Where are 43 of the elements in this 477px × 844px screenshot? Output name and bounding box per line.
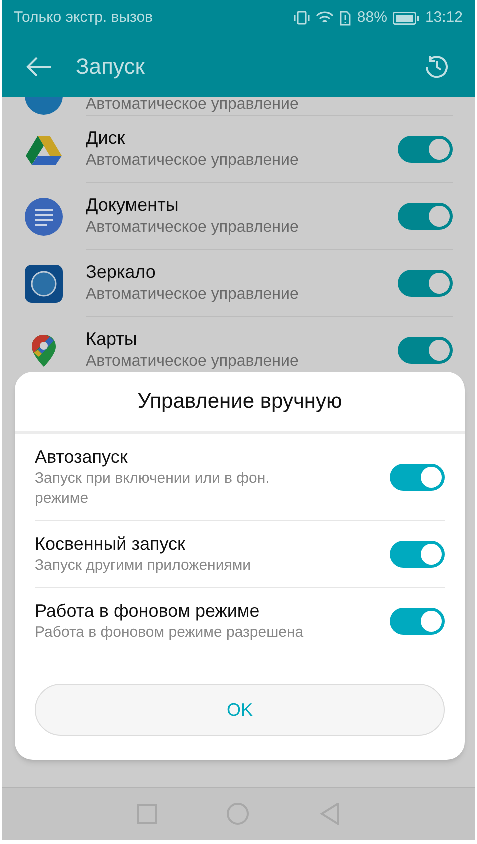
- app-subtitle: Автоматическое управление: [86, 285, 300, 305]
- battery-percent: 88%: [357, 8, 388, 28]
- dialog-title: Управление вручную: [138, 388, 342, 415]
- app-row[interactable]: Зеркало Автоматическое управление: [2, 250, 475, 317]
- app-row[interactable]: Диск Автоматическое управление: [2, 116, 475, 183]
- toggle-switch[interactable]: [398, 270, 453, 296]
- app-subtitle: Автоматическое управление: [86, 218, 300, 238]
- toggle-switch[interactable]: [390, 540, 445, 568]
- mirror-icon: [25, 264, 63, 302]
- vibrate-icon: [294, 11, 310, 25]
- carrier-text: Только экстр. вызов: [14, 8, 154, 28]
- option-label: Косвенный запуск: [35, 533, 186, 556]
- battery-icon: [393, 12, 420, 24]
- screen-title: Запуск: [76, 53, 145, 81]
- clock-text: 13:12: [425, 8, 463, 28]
- app-name: Диск: [86, 127, 126, 150]
- document-icon: [24, 196, 64, 236]
- app-subtitle: Автоматическое управление: [86, 151, 300, 171]
- back-icon: [26, 56, 52, 78]
- toggle-switch[interactable]: [398, 136, 453, 162]
- sim-alert-icon: [340, 10, 352, 26]
- app-name: Документы: [86, 194, 180, 217]
- option-label: Работа в фоновом режиме: [35, 600, 261, 623]
- toggle-switch[interactable]: [390, 608, 445, 634]
- option-description: Запуск другими приложениями: [35, 556, 252, 576]
- app-subtitle: Автоматическое управление: [86, 352, 300, 372]
- wifi-icon: [316, 11, 334, 25]
- option-description: Работа в фоновом режиме разрешена: [35, 623, 305, 643]
- toggle-switch[interactable]: [398, 336, 453, 364]
- square-icon[interactable]: [137, 804, 158, 824]
- app-name: Карты: [86, 328, 138, 351]
- toggle-switch[interactable]: [390, 464, 445, 490]
- circle-icon[interactable]: [227, 803, 250, 825]
- app-icon: [24, 97, 64, 116]
- map-pin-icon: [32, 334, 56, 366]
- triangle-icon: [26, 134, 62, 166]
- app-subtitle: Автоматическое управление: [86, 97, 299, 114]
- option-description: Запуск при включении или в фон. режиме: [35, 469, 271, 509]
- triangle-back-icon[interactable]: [320, 803, 340, 825]
- toggle-switch[interactable]: [398, 202, 453, 230]
- app-name: Зеркало: [86, 261, 157, 284]
- app-row[interactable]: Документы Автоматическое управление: [2, 183, 475, 250]
- option-label: Автозапуск: [35, 446, 129, 469]
